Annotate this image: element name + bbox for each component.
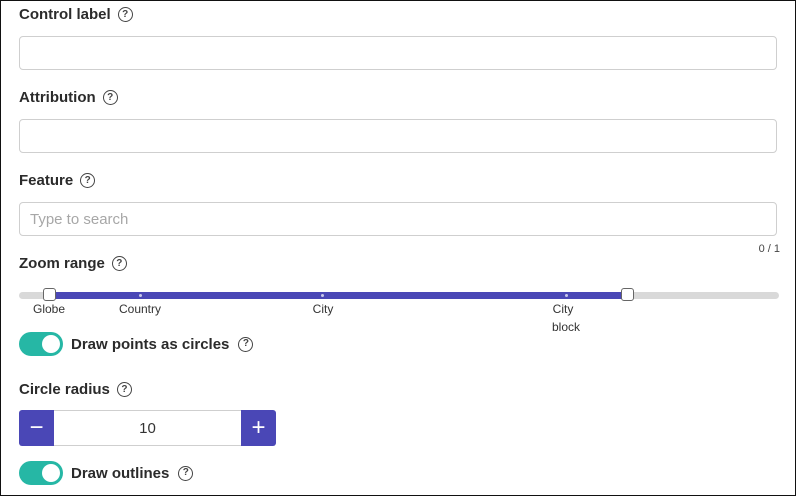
draw-points-label: Draw points as circles — [71, 335, 230, 353]
help-icon[interactable]: ? — [102, 90, 118, 105]
help-icon[interactable]: ? — [238, 336, 254, 352]
tick-label-city-block-line2: block — [551, 320, 580, 334]
help-icon[interactable]: ? — [111, 256, 127, 271]
zoom-range-start-handle[interactable] — [43, 288, 57, 301]
tick-dot — [321, 294, 324, 297]
tick-dot — [565, 294, 568, 297]
draw-points-row: Draw points as circles ? — [19, 332, 254, 356]
control-label-text: Control label — [19, 6, 111, 23]
help-icon[interactable]: ? — [178, 465, 194, 481]
circle-radius-value[interactable]: 10 — [54, 410, 241, 446]
feature-search-input[interactable] — [19, 202, 777, 236]
attribution-heading: Attribution ? — [19, 89, 118, 106]
zoom-range-heading: Zoom range ? — [19, 255, 127, 272]
attribution-text: Attribution — [19, 89, 96, 106]
help-icon[interactable]: ? — [117, 7, 133, 22]
tick-label-country: Country — [118, 302, 162, 316]
tick-dot — [139, 294, 142, 297]
draw-outlines-row: Draw outlines ? — [19, 461, 194, 485]
help-icon[interactable]: ? — [80, 173, 96, 188]
zoom-range-end-handle[interactable] — [621, 288, 634, 301]
toggle-knob — [42, 335, 60, 353]
tick-label-globe: Globe — [32, 302, 66, 316]
draw-outlines-toggle[interactable] — [19, 461, 63, 485]
tick-label-city: City — [312, 302, 334, 316]
toggle-knob — [42, 464, 60, 482]
zoom-range-text: Zoom range — [19, 255, 105, 272]
circle-radius-stepper: − 10 + — [19, 410, 276, 446]
feature-text: Feature — [19, 172, 74, 189]
zoom-range-slider[interactable] — [19, 288, 779, 301]
control-label-heading: Control label ? — [19, 6, 133, 23]
draw-points-toggle[interactable] — [19, 332, 63, 356]
control-label-input[interactable] — [19, 36, 777, 70]
feature-counter: 0 / 1 — [758, 243, 780, 255]
circle-radius-heading: Circle radius ? — [19, 381, 132, 398]
circle-radius-text: Circle radius — [19, 381, 110, 398]
decrement-button[interactable]: − — [19, 410, 54, 446]
increment-button[interactable]: + — [241, 410, 276, 446]
tick-label-city-block-line1: City — [552, 302, 574, 316]
zoom-range-selected — [49, 292, 627, 299]
feature-heading: Feature ? — [19, 172, 96, 189]
attribution-input[interactable] — [19, 119, 777, 153]
draw-outlines-label: Draw outlines — [71, 464, 170, 482]
help-icon[interactable]: ? — [116, 382, 132, 397]
